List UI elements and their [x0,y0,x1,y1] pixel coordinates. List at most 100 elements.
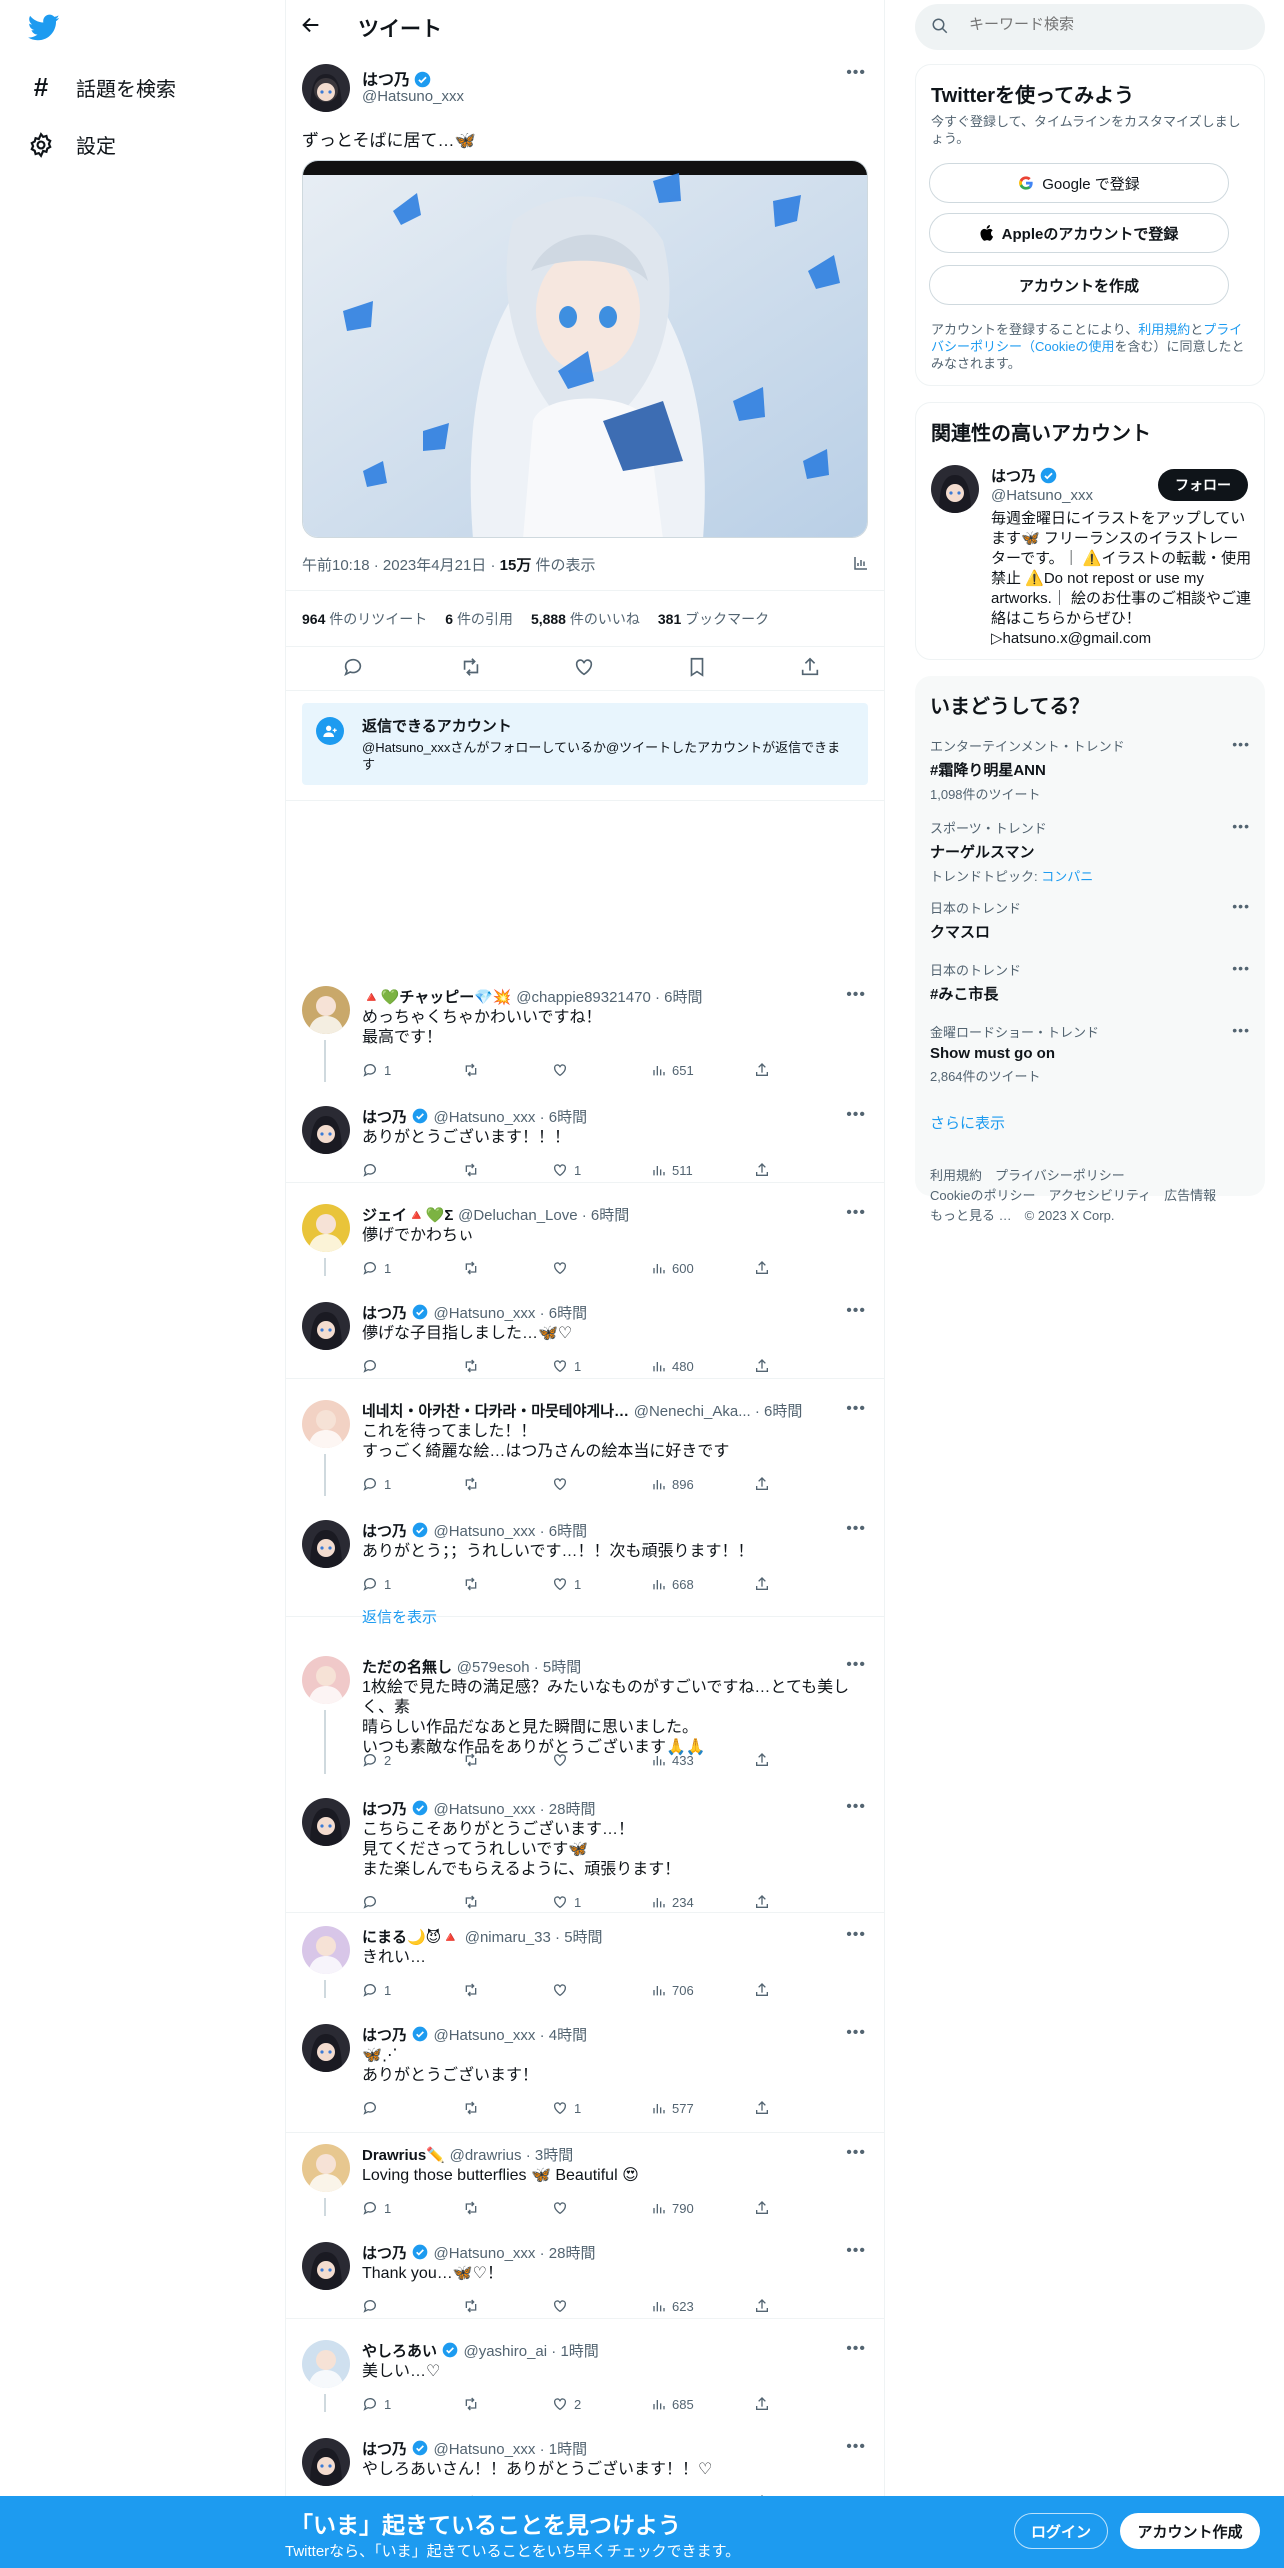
like-button[interactable]: 1 [552,1358,581,1374]
views-button[interactable]: 577 [650,2100,694,2116]
retweet-button[interactable] [462,2298,480,2314]
google-signup-button[interactable]: Google で登録 [929,163,1229,203]
reply-tweet[interactable]: Drawrius✏️ @drawrius · 3時間 ••• Loving thos… [286,2136,884,2216]
reply-count-button[interactable]: 1 [362,1982,391,1998]
like-button[interactable]: 2 [552,2396,581,2412]
reply-avatar[interactable] [302,1798,350,1846]
views-button[interactable]: 480 [650,1358,694,1374]
share-button[interactable] [754,1358,770,1374]
reply-author-handle[interactable]: @Hatsuno_xxx [433,1109,535,1126]
views-button[interactable]: 433 [650,1752,694,1768]
reply-tweet[interactable]: はつ乃 @Hatsuno_xxx · 28時間 ••• こちらこそありがとうございま… [286,1790,884,1910]
share-button[interactable] [754,1576,770,1592]
nav-settings[interactable]: 設定 [28,130,116,159]
author-handle[interactable]: @Hatsuno_xxx [362,88,464,105]
reply-tweet[interactable]: はつ乃 @Hatsuno_xxx · 4時間 ••• 🦋⋰ ありがとうございます！ 1 5… [286,2016,884,2124]
reply-author-handle[interactable]: @Hatsuno_xxx [433,2245,535,2262]
like-button[interactable] [552,1062,574,1078]
share-button[interactable] [754,2396,770,2412]
reply-author-name[interactable]: はつ乃 [362,1305,407,1322]
reply-tweet[interactable]: にまる🌙😈🔺 @nimaru_33 · 5時間 ••• きれい… 1 706 [286,1918,884,1998]
reply-count-button[interactable]: 1 [362,2396,391,2412]
reply-avatar[interactable] [302,1302,350,1350]
reply-tweet[interactable]: はつ乃 @Hatsuno_xxx · 6時間 ••• ありがとうございます！！！ 1 5… [286,1098,884,1178]
terms-link[interactable]: 利用規約 [1138,322,1190,337]
footer-cookie-link[interactable]: Cookieのポリシー [930,1188,1035,1203]
more-icon[interactable]: ••• [846,64,866,82]
reply-avatar[interactable] [302,2438,350,2486]
show-more-trends-link[interactable]: さらに表示 [930,1112,1005,1133]
reply-time[interactable]: 6時間 [549,1305,587,1322]
like-button[interactable] [552,2200,574,2216]
like-button[interactable]: 1 [552,1576,581,1592]
reply-time[interactable]: 1時間 [560,2343,598,2360]
share-button[interactable] [754,1894,770,1910]
share-button[interactable] [754,1982,770,1998]
retweet-button[interactable] [462,1894,480,1910]
reply-count-button[interactable] [362,1894,384,1910]
footer-more-link[interactable]: もっと見る … [930,1208,1012,1223]
nav-explore[interactable]: # 話題を検索 [28,72,176,103]
footer-terms-link[interactable]: 利用規約 [930,1168,982,1183]
reply-author-name[interactable]: 🔺💚チャッピー💎💥 [362,989,512,1006]
share-button[interactable] [754,1062,770,1078]
follow-button[interactable]: フォロー [1158,469,1248,501]
reply-time[interactable]: 6時間 [591,1207,629,1224]
reply-author-name[interactable]: はつ乃 [362,2027,407,2044]
reply-time[interactable]: 5時間 [543,1659,581,1676]
share-button[interactable] [754,2200,770,2216]
more-icon[interactable]: ••• [1232,1022,1250,1038]
reply-tweet[interactable]: 네네치・아카찬・다카라・마뭇테야게나… @Nenechi_Aka... · 6時… [286,1392,884,1496]
retweet-button[interactable] [462,1982,480,1998]
like-button[interactable] [552,1752,574,1768]
more-icon[interactable]: ••• [846,1926,866,1944]
more-icon[interactable]: ••• [846,1106,866,1124]
reply-count-button[interactable]: 1 [362,1260,391,1276]
reply-count-button[interactable]: 1 [362,1476,391,1492]
reply-count-button[interactable] [362,2298,384,2314]
reply-author-handle[interactable]: @nimaru_33 [465,1929,551,1946]
reply-avatar[interactable] [302,1520,350,1568]
reply-author-name[interactable]: Drawrius✏️ [362,2147,445,2164]
views-button[interactable]: 896 [650,1476,694,1492]
more-icon[interactable]: ••• [1232,818,1250,834]
footer-privacy-link[interactable]: プライバシーポリシー [995,1168,1125,1183]
trend-item[interactable]: エンターテインメント・トレンド #霜降り明星ANN 1,098件のツイート ••• [930,736,1250,803]
views-button[interactable]: 623 [650,2298,694,2314]
more-icon[interactable]: ••• [846,2144,866,2162]
main-tweet-avatar[interactable] [302,64,350,112]
retweet-stat[interactable]: 964 件のリツイート [302,609,427,629]
reply-time[interactable]: 6時間 [764,1403,802,1420]
reply-avatar[interactable] [302,1400,350,1448]
more-icon[interactable]: ••• [846,2438,866,2456]
reply-avatar[interactable] [302,986,350,1034]
reply-tweet[interactable]: やしろあい @yashiro_ai · 1時間 ••• 美しい…♡ 1 2 685 [286,2332,884,2412]
like-stat[interactable]: 5,888 件のいいね [531,609,640,629]
like-button[interactable] [552,1476,574,1492]
reply-avatar[interactable] [302,1926,350,1974]
banner-signup-button[interactable]: アカウント作成 [1120,2513,1260,2549]
reply-tweet[interactable]: ただの名無し @579esoh · 5時間 ••• 1枚絵で見た時の満足感？みたいな… [286,1648,884,1774]
reply-author-handle[interactable]: @Hatsuno_xxx [433,2441,535,2458]
reply-icon[interactable] [342,656,364,678]
share-button[interactable] [754,2298,770,2314]
more-icon[interactable]: ••• [846,2024,866,2042]
retweet-button[interactable] [462,1358,480,1374]
share-icon[interactable] [799,656,821,678]
reply-author-name[interactable]: はつ乃 [362,1523,407,1540]
more-icon[interactable]: ••• [1232,960,1250,976]
share-button[interactable] [754,1260,770,1276]
reply-time[interactable]: 28時間 [549,1801,596,1818]
reply-tweet[interactable]: ジェイ🔺💚Σ @Deluchan_Love · 6時間 ••• 儚げでかわちぃ 1 60… [286,1196,884,1276]
more-icon[interactable]: ••• [1232,898,1250,914]
retweet-button[interactable] [462,2200,480,2216]
more-icon[interactable]: ••• [846,1302,866,1320]
reply-author-handle[interactable]: @Hatsuno_xxx [433,1523,535,1540]
reply-tweet[interactable]: はつ乃 @Hatsuno_xxx · 6時間 ••• ありがとう；；うれしいです…！… [286,1512,884,1608]
reply-tweet[interactable]: 🔺💚チャッピー💎💥 @chappie89321470 · 6時間 ••• めっちゃく… [286,978,884,1082]
reply-time[interactable]: 3時間 [535,2147,573,2164]
related-avatar[interactable] [931,465,979,513]
trend-topic-link[interactable]: コンパニ [1041,869,1093,884]
reply-count-button[interactable] [362,1162,384,1178]
reply-time[interactable]: 1時間 [549,2441,587,2458]
